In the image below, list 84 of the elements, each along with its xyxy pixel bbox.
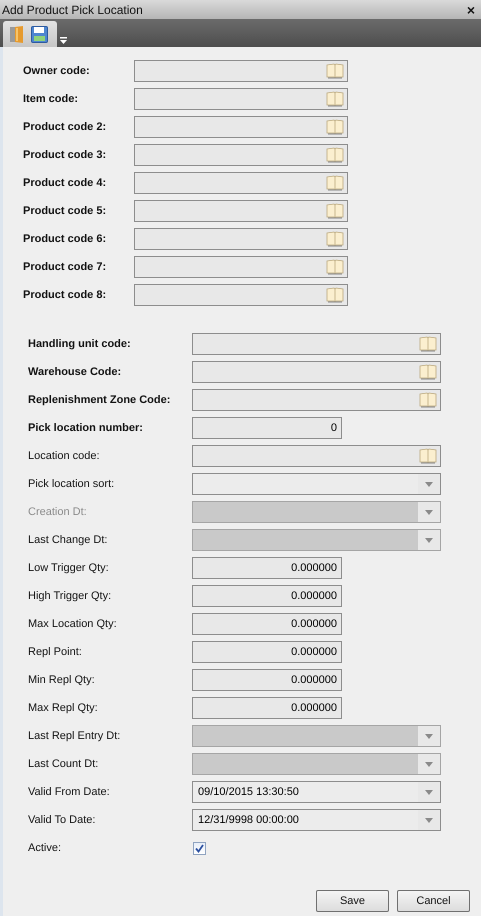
dropdown-arrow-icon[interactable] <box>425 790 433 794</box>
field-label: Item code: <box>23 93 80 105</box>
field-value: 0.000000 <box>291 562 337 574</box>
field-label: Product code 4: <box>23 177 108 189</box>
date-value: 09/10/2015 13:30:50 <box>198 786 299 798</box>
field-label: Last Repl Entry Dt: <box>28 730 122 742</box>
field-label: Location code: <box>28 450 101 462</box>
lookup-field[interactable] <box>192 389 441 411</box>
number-field[interactable]: 0.000000 <box>192 669 342 691</box>
dropdown-field[interactable] <box>192 473 441 495</box>
number-field[interactable]: 0.000000 <box>192 641 342 663</box>
field-label: Min Repl Qty: <box>28 674 96 686</box>
lookup-field[interactable] <box>134 256 348 278</box>
lookup-field[interactable] <box>134 228 348 250</box>
field-label: Repl Point: <box>28 646 83 658</box>
book-icon[interactable] <box>419 336 437 352</box>
number-field[interactable]: 0.000000 <box>192 697 342 719</box>
book-icon[interactable] <box>326 63 344 79</box>
lookup-field[interactable] <box>134 88 348 110</box>
save-button[interactable]: Save <box>316 890 389 912</box>
field-label: Max Location Qty: <box>28 618 118 630</box>
field-label: Product code 7: <box>23 261 108 273</box>
number-field[interactable]: 0.000000 <box>192 557 342 579</box>
field-label: Valid To Date: <box>28 814 96 826</box>
field-label: Pick location number: <box>28 422 144 434</box>
book-icon[interactable] <box>326 119 344 135</box>
number-field[interactable]: 0.000000 <box>192 613 342 635</box>
book-icon[interactable] <box>326 175 344 191</box>
dropdown-field[interactable]: 09/10/2015 13:30:50 <box>192 781 441 803</box>
field-label: Product code 5: <box>23 205 108 217</box>
window-title: Add Product Pick Location <box>2 2 143 16</box>
book-icon[interactable] <box>419 448 437 464</box>
field-value: 0.000000 <box>291 674 337 686</box>
close-button[interactable]: × <box>466 2 475 18</box>
field-label: Handling unit code: <box>28 338 132 350</box>
field-label: Last Count Dt: <box>28 758 100 770</box>
book-icon[interactable] <box>326 231 344 247</box>
book-icon[interactable] <box>326 287 344 303</box>
lookup-field[interactable] <box>134 60 348 82</box>
book-icon[interactable] <box>419 364 437 380</box>
lookup-field[interactable] <box>134 284 348 306</box>
field-value: 0 <box>330 422 337 434</box>
lookup-field[interactable] <box>134 172 348 194</box>
field-label: Max Repl Qty: <box>28 702 99 714</box>
field-label: Low Trigger Qty: <box>28 562 110 574</box>
overflow-menu-icon[interactable] <box>60 37 67 44</box>
field-value: 0.000000 <box>291 646 337 658</box>
field-label: Product code 8: <box>23 289 108 301</box>
book-icon[interactable] <box>419 392 437 408</box>
dropdown-field[interactable]: 12/31/9998 00:00:00 <box>192 809 441 831</box>
field-value: 0.000000 <box>291 702 337 714</box>
field-label: Replenishment Zone Code: <box>28 394 172 406</box>
number-field[interactable]: 0 <box>192 417 342 439</box>
field-label: High Trigger Qty: <box>28 590 112 602</box>
field-label: Owner code: <box>23 65 91 77</box>
field-label: Valid From Date: <box>28 786 111 798</box>
lookup-field[interactable] <box>134 144 348 166</box>
save-icon[interactable] <box>31 26 48 42</box>
book-icon[interactable] <box>326 259 344 275</box>
cancel-button[interactable]: Cancel <box>397 890 470 912</box>
door-icon[interactable] <box>9 26 25 42</box>
lookup-field[interactable] <box>192 445 441 467</box>
field-label: Warehouse Code: <box>28 366 122 378</box>
field-label: Active: <box>28 842 62 854</box>
checkbox[interactable] <box>193 842 206 854</box>
date-value: 12/31/9998 00:00:00 <box>198 814 299 826</box>
field-value: 0.000000 <box>291 590 337 602</box>
lookup-field[interactable] <box>192 333 441 355</box>
book-icon[interactable] <box>326 147 344 163</box>
field-label: Product code 3: <box>23 149 108 161</box>
book-icon[interactable] <box>326 203 344 219</box>
field-value: 0.000000 <box>291 618 337 630</box>
book-icon[interactable] <box>326 91 344 107</box>
dropdown-arrow-icon[interactable] <box>425 482 433 486</box>
lookup-field[interactable] <box>134 200 348 222</box>
field-label: Product code 2: <box>23 121 108 133</box>
lookup-field[interactable] <box>192 361 441 383</box>
field-label: Pick location sort: <box>28 478 116 490</box>
dropdown-arrow-icon[interactable] <box>425 818 433 822</box>
number-field[interactable]: 0.000000 <box>192 585 342 607</box>
field-label: Last Change Dt: <box>28 534 108 546</box>
field-label: Product code 6: <box>23 233 108 245</box>
lookup-field[interactable] <box>134 116 348 138</box>
field-label: Creation Dt: <box>28 506 88 518</box>
